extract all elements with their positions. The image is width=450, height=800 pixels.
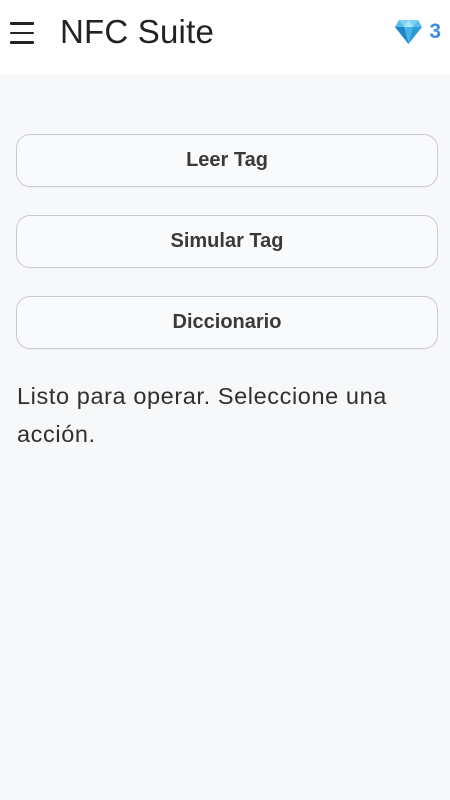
- dictionary-button[interactable]: Diccionario: [16, 296, 438, 349]
- menu-bar-line: [10, 22, 34, 25]
- app-bar: NFC Suite 3: [0, 0, 450, 74]
- app-title: NFC Suite: [60, 13, 215, 50]
- diamond-gem-icon: [395, 20, 423, 44]
- main-content: Leer Tag Simular Tag Diccionario Listo p…: [0, 74, 450, 800]
- simulate-tag-button[interactable]: Simular Tag: [16, 215, 438, 268]
- status-message: Listo para operar. Seleccione una acción…: [17, 383, 387, 447]
- gem-count: 3: [429, 20, 441, 43]
- read-tag-button[interactable]: Leer Tag: [16, 134, 438, 187]
- hamburger-menu-icon[interactable]: [10, 19, 36, 47]
- gem-counter[interactable]: 3: [394, 18, 441, 46]
- menu-bar-line: [10, 31, 34, 35]
- menu-bar-line: [10, 41, 34, 44]
